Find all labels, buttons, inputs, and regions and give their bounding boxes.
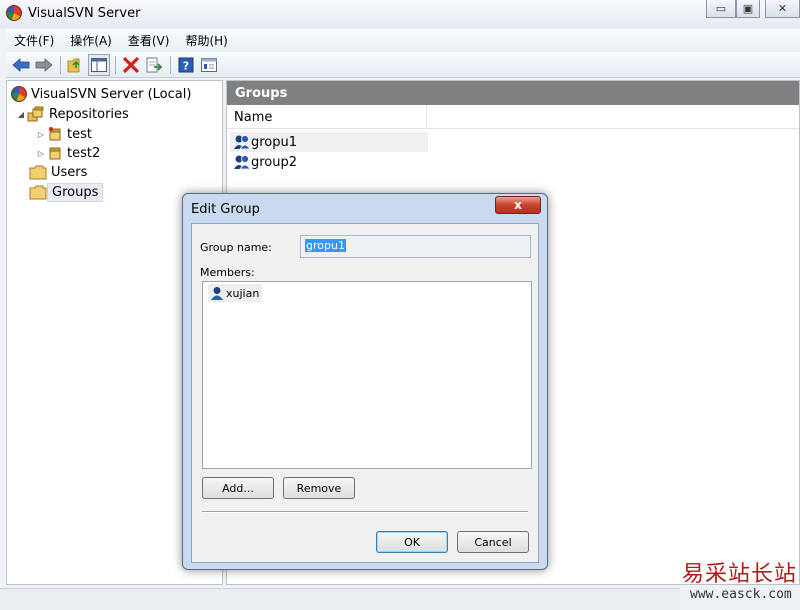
members-label: Members:: [200, 266, 255, 279]
svg-text:?: ?: [183, 59, 189, 72]
menu-bar: 文件(F) 操作(A) 查看(V) 帮助(H): [6, 29, 800, 51]
edit-group-dialog: Edit Group x Group name: gropu1 Members:…: [182, 193, 548, 570]
tree-label-groups: Groups: [47, 182, 104, 202]
menu-action[interactable]: 操作(A): [62, 32, 120, 49]
tree-label-repositories: Repositories: [49, 106, 129, 122]
tree-label-users: Users: [51, 164, 88, 180]
list-item-group[interactable]: gropu1: [230, 132, 428, 152]
collapsed-triangle-icon[interactable]: ▷: [35, 149, 47, 158]
title-bar: VisualSVN Server ▭ ▣ ✕: [0, 0, 800, 28]
tree-label-repo: test: [67, 126, 92, 142]
minimize-button[interactable]: ▭: [706, 0, 736, 18]
watermark-url: www.easck.com: [690, 587, 792, 602]
group-name-value: gropu1: [305, 239, 346, 252]
back-arrow-icon[interactable]: [10, 54, 32, 76]
up-folder-icon[interactable]: [65, 54, 87, 76]
tree-item-repo-test[interactable]: ▷ test: [35, 124, 96, 144]
tree-label-server: VisualSVN Server (Local): [31, 86, 192, 102]
visualsvn-logo-icon: [6, 5, 22, 21]
dialog-title: Edit Group: [191, 202, 260, 217]
tree-item-users[interactable]: Users: [29, 162, 91, 182]
pane-title: Groups: [227, 81, 799, 105]
window-title: VisualSVN Server: [28, 6, 141, 21]
folder-icon: [29, 165, 47, 180]
export-icon[interactable]: [143, 54, 165, 76]
visualsvn-server-icon: [11, 86, 27, 102]
cancel-button[interactable]: Cancel: [457, 531, 529, 553]
toolbar-separator: [170, 55, 171, 74]
user-icon: [211, 287, 223, 300]
close-window-button[interactable]: ✕: [765, 0, 800, 18]
tree-item-repo-test2[interactable]: ▷ test2: [35, 143, 104, 163]
dialog-close-button[interactable]: x: [495, 196, 541, 214]
group-name-input[interactable]: gropu1: [300, 235, 531, 258]
group-name: gropu1: [251, 134, 298, 150]
remove-button[interactable]: Remove: [283, 477, 355, 499]
collapsed-triangle-icon[interactable]: ▷: [35, 130, 47, 139]
help-icon[interactable]: ?: [175, 54, 197, 76]
group-icon: [234, 155, 251, 170]
toolbar-separator: [115, 55, 116, 74]
menu-view[interactable]: 查看(V): [120, 32, 178, 49]
list-item-member[interactable]: xujian: [208, 284, 262, 302]
forward-arrow-icon[interactable]: [33, 54, 55, 76]
tree-item-repositories[interactable]: ◢ Repositories: [15, 104, 133, 124]
expanded-triangle-icon[interactable]: ◢: [15, 110, 27, 119]
show-hide-tree-icon[interactable]: [88, 53, 110, 76]
repositories-icon: [27, 106, 44, 122]
column-header-name[interactable]: Name: [227, 105, 427, 129]
tree-label-repo: test2: [67, 145, 101, 161]
group-name: group2: [251, 154, 298, 170]
folder-icon: [29, 185, 47, 200]
dialog-body: Group name: gropu1 Members: xujian Add..…: [191, 223, 539, 563]
delete-icon[interactable]: [120, 54, 142, 76]
toolbar-separator: [60, 55, 61, 74]
toolbar: ?: [6, 52, 800, 78]
repository-icon: [49, 127, 61, 141]
status-bar: [0, 588, 680, 610]
add-button[interactable]: Add...: [202, 477, 274, 499]
watermark-text: 易采站长站: [682, 562, 798, 587]
tree-item-server[interactable]: VisualSVN Server (Local): [11, 84, 195, 104]
tree-item-groups[interactable]: Groups: [29, 182, 104, 202]
member-name: xujian: [226, 286, 260, 300]
ok-button[interactable]: OK: [376, 531, 448, 553]
group-name-label: Group name:: [200, 241, 272, 254]
repository-icon: [49, 147, 61, 160]
menu-help[interactable]: 帮助(H): [177, 32, 235, 49]
list-item-group[interactable]: group2: [230, 152, 428, 172]
properties-icon[interactable]: [198, 54, 220, 76]
group-icon: [234, 135, 251, 150]
list-column-header: Name: [227, 105, 799, 129]
menu-file[interactable]: 文件(F): [6, 32, 62, 49]
maximize-button[interactable]: ▣: [736, 0, 760, 18]
members-list[interactable]: xujian: [202, 281, 532, 469]
dialog-divider: [202, 511, 528, 513]
